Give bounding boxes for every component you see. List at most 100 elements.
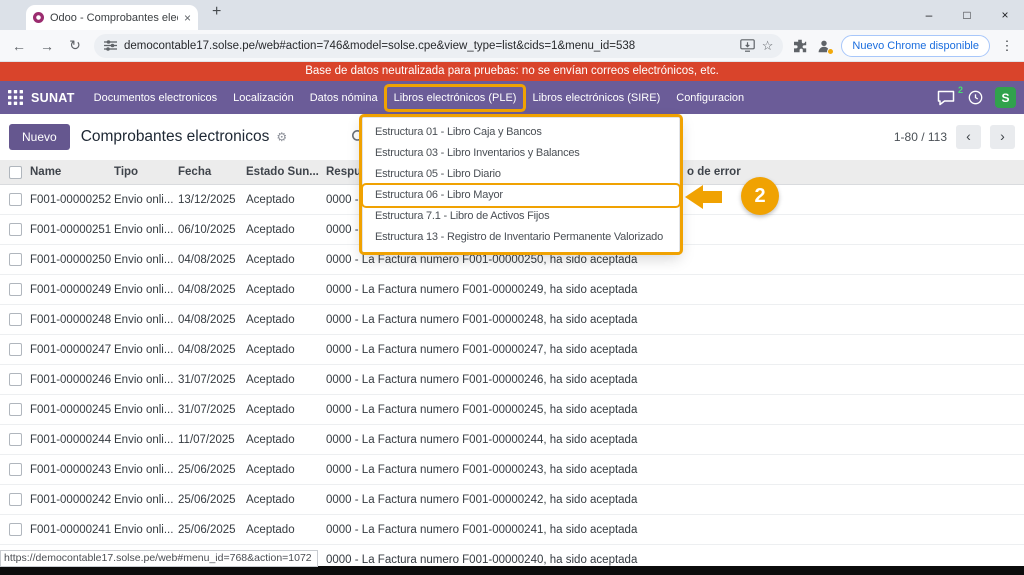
cell-respuesta: 0000 - La Factura numero F001-00000250, … <box>326 254 687 266</box>
bookmark-star-icon[interactable]: ☆ <box>762 38 774 54</box>
cell-estado: Aceptado <box>246 434 326 446</box>
back-button[interactable]: ← <box>6 38 32 54</box>
cell-respuesta: 0000 - La Factura numero F001-00000241, … <box>326 524 687 536</box>
messages-icon[interactable]: 2 <box>937 90 956 106</box>
navbar-menus: Documentos electronicosLocalizaciónDatos… <box>87 87 751 109</box>
column-tipo[interactable]: Tipo <box>114 166 178 178</box>
row-checkbox[interactable] <box>9 463 22 476</box>
apps-grid-icon[interactable] <box>8 90 23 105</box>
row-checkbox[interactable] <box>9 223 22 236</box>
address-bar[interactable]: democontable17.solse.pe/web#action=746&m… <box>94 34 783 58</box>
pager-next-button[interactable]: › <box>990 125 1015 149</box>
table-row[interactable]: F001-00000247Envio onli...04/08/2025Acep… <box>0 335 1024 365</box>
favorites-gear-icon[interactable]: ⚙ <box>276 130 287 144</box>
reload-button[interactable]: ↻ <box>62 37 88 54</box>
app-brand[interactable]: SUNAT <box>31 91 75 105</box>
header-checkbox-cell <box>0 166 30 179</box>
row-checkbox[interactable] <box>9 283 22 296</box>
cell-estado: Aceptado <box>246 254 326 266</box>
cell-respuesta: 0000 - La Factura numero F001-00000247, … <box>326 344 687 356</box>
table-row[interactable]: F001-00000248Envio onli...04/08/2025Acep… <box>0 305 1024 335</box>
new-tab-button[interactable]: + <box>212 3 221 21</box>
dropdown-item-6[interactable]: Estructura 13 - Registro de Inventario P… <box>363 227 679 248</box>
row-checkbox[interactable] <box>9 433 22 446</box>
row-checkbox-cell <box>0 403 30 416</box>
activity-clock-icon[interactable] <box>968 90 983 105</box>
row-checkbox[interactable] <box>9 253 22 266</box>
table-row[interactable]: F001-00000249Envio onli...04/08/2025Acep… <box>0 275 1024 305</box>
dropdown-item-2[interactable]: Estructura 03 - Libro Inventarios y Bala… <box>363 143 679 164</box>
row-checkbox[interactable] <box>9 373 22 386</box>
cell-fecha: 25/06/2025 <box>178 494 246 506</box>
cell-tipo: Envio onli... <box>114 254 178 266</box>
cell-fecha: 25/06/2025 <box>178 464 246 476</box>
column-name[interactable]: Name <box>30 166 114 178</box>
dropdown-item-3[interactable]: Estructura 05 - Libro Diario <box>363 164 679 185</box>
odoo-favicon <box>33 12 44 23</box>
cell-tipo: Envio onli... <box>114 374 178 386</box>
cell-estado: Aceptado <box>246 194 326 206</box>
profile-icon[interactable] <box>817 39 831 53</box>
tab-close-icon[interactable]: × <box>184 11 191 25</box>
site-settings-icon[interactable] <box>104 39 117 52</box>
navbar-menu-4[interactable]: Libros electrónicos (PLE) <box>387 87 524 109</box>
navbar-menu-3[interactable]: Datos nómina <box>303 87 385 109</box>
cell-fecha: 06/10/2025 <box>178 224 246 236</box>
row-checkbox[interactable] <box>9 493 22 506</box>
send-to-devices-icon[interactable] <box>740 39 755 52</box>
navbar-menu-2[interactable]: Localización <box>226 87 301 109</box>
row-checkbox[interactable] <box>9 523 22 536</box>
cell-fecha: 04/08/2025 <box>178 254 246 266</box>
annotation-step-badge: 2 <box>741 177 779 215</box>
column-estado[interactable]: Estado Sun... <box>246 166 326 178</box>
sync-alert-dot <box>827 48 834 55</box>
extensions-icon[interactable] <box>793 39 807 53</box>
table-row[interactable]: F001-00000246Envio onli...31/07/2025Acep… <box>0 365 1024 395</box>
select-all-checkbox[interactable] <box>9 166 22 179</box>
table-row[interactable]: F001-00000242Envio onli...25/06/2025Acep… <box>0 485 1024 515</box>
row-checkbox-cell <box>0 253 30 266</box>
row-checkbox-cell <box>0 463 30 476</box>
browser-tab[interactable]: Odoo - Comprobantes electron × <box>26 5 198 30</box>
cell-name: F001-00000241 <box>30 524 114 536</box>
browser-toolbar: ← → ↻ democontable17.solse.pe/web#action… <box>0 30 1024 62</box>
maximize-button[interactable]: □ <box>948 0 986 30</box>
cell-name: F001-00000245 <box>30 404 114 416</box>
tab-title: Odoo - Comprobantes electron <box>50 12 178 24</box>
column-fecha[interactable]: Fecha <box>178 166 246 178</box>
ple-dropdown-menu: Estructura 01 - Libro Caja y BancosEstru… <box>362 117 680 253</box>
browser-menu-icon[interactable]: ⋮ <box>1000 38 1014 54</box>
row-checkbox[interactable] <box>9 403 22 416</box>
dropdown-item-4[interactable]: Estructura 06 - Libro Mayor <box>363 185 679 206</box>
table-row[interactable]: F001-00000243Envio onli...25/06/2025Acep… <box>0 455 1024 485</box>
navbar-menu-6[interactable]: Configuracion <box>669 87 751 109</box>
cell-estado: Aceptado <box>246 284 326 296</box>
dropdown-item-1[interactable]: Estructura 01 - Libro Caja y Bancos <box>363 122 679 143</box>
pager-prev-button[interactable]: ‹ <box>956 125 981 149</box>
dropdown-item-5[interactable]: Estructura 7.1 - Libro de Activos Fijos <box>363 206 679 227</box>
cell-respuesta: 0000 - La Factura numero F001-00000242, … <box>326 494 687 506</box>
cell-estado: Aceptado <box>246 404 326 416</box>
table-row[interactable]: F001-00000245Envio onli...31/07/2025Acep… <box>0 395 1024 425</box>
cell-respuesta: 0000 - La Factura numero F001-00000248, … <box>326 314 687 326</box>
pager-range: 1-80 / 113 <box>894 130 947 144</box>
navbar-menu-1[interactable]: Documentos electronicos <box>87 87 225 109</box>
forward-button[interactable]: → <box>34 38 60 54</box>
messages-badge: 2 <box>958 85 963 95</box>
minimize-button[interactable]: – <box>910 0 948 30</box>
navbar-menu-5[interactable]: Libros electrónicos (SIRE) <box>525 87 667 109</box>
column-error[interactable]: o de error <box>687 166 1024 178</box>
row-checkbox[interactable] <box>9 313 22 326</box>
cell-tipo: Envio onli... <box>114 194 178 206</box>
row-checkbox[interactable] <box>9 193 22 206</box>
new-record-button[interactable]: Nuevo <box>9 124 70 150</box>
chrome-update-chip[interactable]: Nuevo Chrome disponible <box>841 35 990 57</box>
systray: 2 S <box>937 87 1016 108</box>
table-row[interactable]: F001-00000244Envio onli...11/07/2025Acep… <box>0 425 1024 455</box>
table-row[interactable]: F001-00000241Envio onli...25/06/2025Acep… <box>0 515 1024 545</box>
cell-fecha: 31/07/2025 <box>178 404 246 416</box>
close-button[interactable]: × <box>986 0 1024 30</box>
user-avatar[interactable]: S <box>995 87 1016 108</box>
row-checkbox[interactable] <box>9 343 22 356</box>
browser-window: Odoo - Comprobantes electron × + – □ × ←… <box>0 0 1024 575</box>
